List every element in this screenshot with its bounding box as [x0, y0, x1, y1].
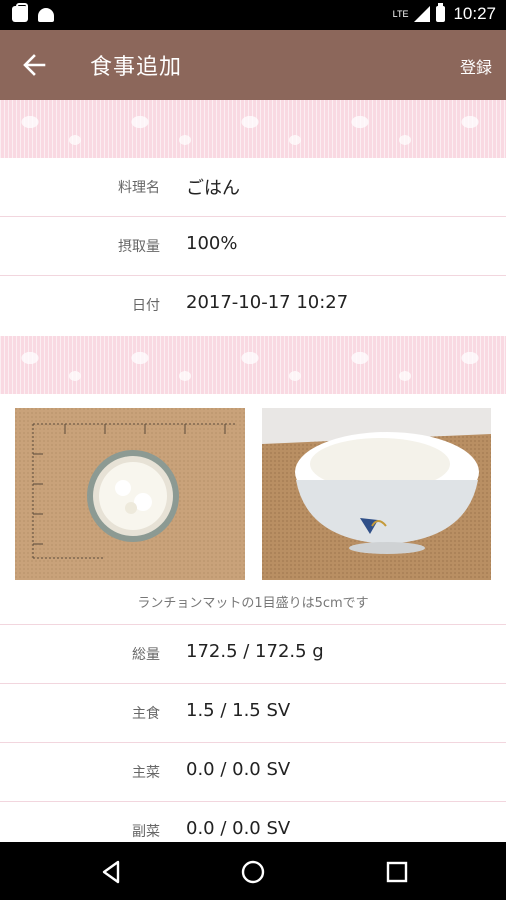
android-icon — [38, 8, 54, 22]
nutrition-label: 主食 — [132, 706, 160, 722]
photo-section: ランチョンマットの1目盛りは5cmです — [0, 394, 506, 624]
signal-icon — [414, 6, 431, 22]
nutrition-value: 0.0 / 0.0 SV — [186, 818, 291, 839]
nutrition-value: 1.5 / 1.5 SV — [186, 700, 291, 721]
status-left-icons — [12, 3, 54, 22]
date-value: 2017-10-17 10:27 — [186, 292, 349, 313]
intake-amount-row[interactable]: 摂取量 100% — [0, 217, 506, 276]
status-right-icons: LTE 10:27 — [392, 3, 496, 24]
nav-recent-icon[interactable] — [384, 859, 410, 885]
network-type: LTE — [392, 9, 409, 19]
staple-food-row: 主食 1.5 / 1.5 SV — [0, 684, 506, 743]
app-bar: 食事追加 登録 — [0, 30, 506, 100]
app-notification-icon — [12, 3, 28, 22]
status-time: 10:27 — [453, 4, 496, 23]
date-label: 日付 — [132, 298, 160, 314]
nutrition-label: 総量 — [132, 647, 160, 663]
decorative-band-top — [0, 100, 506, 158]
rice-top-view-image — [15, 408, 245, 580]
rice-side-view-image — [262, 408, 491, 580]
status-bar: LTE 10:27 — [0, 0, 506, 30]
register-button[interactable]: 登録 — [460, 54, 492, 78]
page-title: 食事追加 — [90, 55, 183, 80]
navigation-bar — [0, 842, 506, 900]
decorative-band-middle — [0, 336, 506, 394]
nav-home-icon[interactable] — [240, 859, 266, 885]
battery-icon — [436, 3, 446, 22]
photo-caption: ランチョンマットの1目盛りは5cmです — [137, 596, 369, 611]
total-amount-row: 総量 172.5 / 172.5 g — [0, 625, 506, 684]
dish-name-row[interactable]: 料理名 ごはん — [0, 158, 506, 217]
photo-side-view[interactable] — [262, 408, 491, 580]
nutrition-value: 0.0 / 0.0 SV — [186, 759, 291, 780]
arrow-left-icon — [23, 54, 46, 76]
dish-name-value: ごはん — [186, 178, 240, 199]
nutrition-label: 主菜 — [132, 765, 160, 781]
intake-amount-value: 100% — [186, 233, 238, 254]
main-dish-row: 主菜 0.0 / 0.0 SV — [0, 743, 506, 802]
nutrition-label: 副菜 — [132, 824, 160, 840]
dish-name-label: 料理名 — [118, 180, 160, 196]
nutrition-value: 172.5 / 172.5 g — [186, 641, 324, 662]
date-row[interactable]: 日付 2017-10-17 10:27 — [0, 276, 506, 334]
photo-top-view[interactable] — [15, 408, 245, 580]
intake-amount-label: 摂取量 — [118, 239, 160, 255]
back-button[interactable] — [14, 43, 58, 87]
nav-back-icon[interactable] — [98, 859, 124, 885]
